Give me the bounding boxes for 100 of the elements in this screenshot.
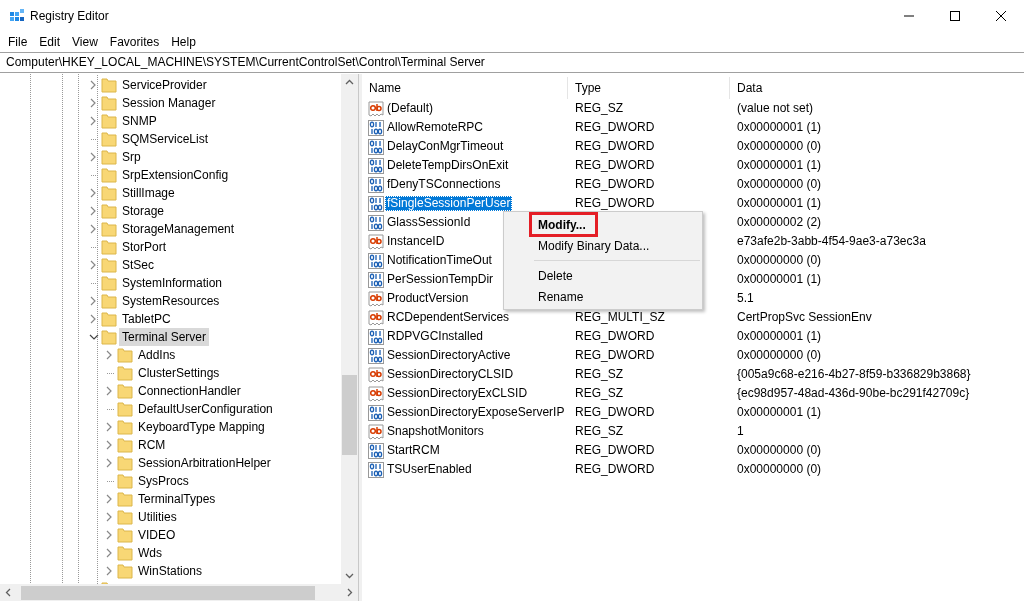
scroll-thumb[interactable] [21,585,315,600]
scroll-up-icon[interactable] [345,79,354,85]
tree-item[interactable]: ConnectionHandler [135,382,244,400]
value-type: REG_DWORD [575,463,655,476]
chevron-right-icon[interactable] [89,116,97,126]
menu-item[interactable]: Modify Binary Data... [504,235,702,256]
tree-item[interactable]: Terminal Server [119,328,210,346]
chevron-right-icon[interactable] [105,494,113,504]
menu-item[interactable]: Favorites [103,34,166,50]
value-name[interactable]: SessionDirectoryExCLSID [385,386,530,401]
value-type: REG_DWORD [575,197,655,210]
chevron-right-icon[interactable] [105,458,113,468]
value-name[interactable]: NotificationTimeOut [385,253,494,268]
address-field[interactable]: Computer\HKEY_LOCAL_MACHINE\SYSTEM\CurrentControlSet\Control\Terminal Server [0,52,1024,73]
value-name[interactable]: DeleteTempDirsOnExit [385,158,511,173]
value-name[interactable]: (Default) [385,101,435,116]
chevron-right-icon[interactable] [89,206,97,216]
value-name[interactable]: InstanceID [385,234,447,249]
value-name[interactable]: PerSessionTempDir [385,272,496,287]
tree-item[interactable]: SystemInformation [119,274,226,292]
chevron-right-icon[interactable] [89,188,97,198]
vertical-scrollbar[interactable] [341,74,358,584]
tree-item[interactable]: TerminalTypes [135,490,219,508]
chevron-right-icon[interactable] [105,350,113,360]
chevron-right-icon[interactable] [89,224,97,234]
tree-item[interactable]: Storage [119,202,168,220]
menu-item[interactable]: Delete [504,265,702,286]
scroll-thumb[interactable] [342,375,357,455]
value-name[interactable]: TSUserEnabled [385,462,474,477]
value-name[interactable]: GlassSessionId [385,215,473,230]
chevron-right-icon[interactable] [105,566,113,576]
tree-item[interactable]: SystemResources [119,292,223,310]
chevron-right-icon[interactable] [89,314,97,324]
chevron-right-icon[interactable] [105,548,113,558]
tree-item[interactable]: Session Manager [119,94,219,112]
chevron-right-icon[interactable] [89,296,97,306]
folder-icon [101,203,117,219]
tree-item[interactable]: ClusterSettings [135,364,223,382]
value-name[interactable]: SessionDirectoryActive [385,348,513,363]
tree-item[interactable]: SNMP [119,112,160,130]
tree-item[interactable]: ServiceProvider [119,76,210,94]
column-header[interactable]: Data [730,77,1024,99]
menu-item[interactable]: Rename [504,286,702,307]
value-name[interactable]: SessionDirectoryCLSID [385,367,516,382]
value-name[interactable]: DelayConMgrTimeout [385,139,506,154]
value-name[interactable]: SnapshotMonitors [385,424,486,439]
chevron-right-icon[interactable] [89,152,97,162]
menu-item[interactable]: Edit [33,34,67,50]
tree-item[interactable]: StSec [119,256,157,274]
tree-item[interactable]: SrpExtensionConfig [119,166,232,184]
tree-item[interactable]: SQMServiceList [119,130,212,148]
value-data: 0x00000000 (0) [737,178,822,191]
folder-icon [101,329,117,345]
value-name[interactable]: RCDependentServices [385,310,512,325]
chevron-right-icon[interactable] [105,512,113,522]
folder-icon [117,491,133,507]
value-name[interactable]: ProductVersion [385,291,471,306]
tree-item[interactable]: StillImage [119,184,178,202]
tree-item[interactable]: DefaultUserConfiguration [135,400,276,418]
tree-item[interactable]: VIDEO [135,526,179,544]
value-type: REG_DWORD [575,140,655,153]
scroll-left-icon[interactable] [5,588,11,597]
value-data: 0x00000001 (1) [737,121,822,134]
horizontal-scrollbar[interactable] [0,584,358,601]
menu-item[interactable]: File [2,34,34,50]
chevron-right-icon[interactable] [89,80,97,90]
tree-item[interactable]: SysProcs [135,472,192,490]
chevron-right-icon[interactable] [105,386,113,396]
menu-item[interactable]: Modify... [504,214,702,235]
value-name[interactable]: fSingleSessionPerUser [385,196,513,211]
tree-item[interactable]: KeyboardType Mapping [135,418,268,436]
tree-item[interactable]: StorageManagement [119,220,238,238]
tree-item[interactable]: Wds [135,544,165,562]
menu-item[interactable]: Help [165,34,202,50]
menu-item[interactable]: View [66,34,104,50]
chevron-right-icon[interactable] [105,440,113,450]
tree-item[interactable]: StorPort [119,238,169,256]
chevron-right-icon[interactable] [105,422,113,432]
scroll-down-icon[interactable] [345,573,354,579]
chevron-down-icon[interactable] [89,333,99,341]
tree-item[interactable]: RCM [135,436,169,454]
scroll-right-icon[interactable] [347,588,353,597]
value-name[interactable]: AllowRemoteRPC [385,120,486,135]
chevron-right-icon[interactable] [89,98,97,108]
value-name[interactable]: RDPVGCInstalled [385,329,486,344]
tree-item[interactable]: Utilities [135,508,180,526]
close-icon [996,11,1006,21]
tree-item[interactable]: TabletPC [119,310,174,328]
tree-item[interactable]: WinStations [135,562,206,580]
column-header[interactable]: Name [362,77,568,99]
tree-item[interactable]: Srp [119,148,144,166]
chevron-right-icon[interactable] [105,530,113,540]
tree-item[interactable]: SessionArbitrationHelper [135,454,274,472]
folder-icon [101,221,117,237]
value-name[interactable]: fDenyTSConnections [385,177,503,192]
chevron-right-icon[interactable] [89,260,97,270]
column-header[interactable]: Type [568,77,730,99]
value-name[interactable]: SessionDirectoryExposeServerIP [385,405,567,420]
value-name[interactable]: StartRCM [385,443,442,458]
tree-item[interactable]: AddIns [135,346,179,364]
